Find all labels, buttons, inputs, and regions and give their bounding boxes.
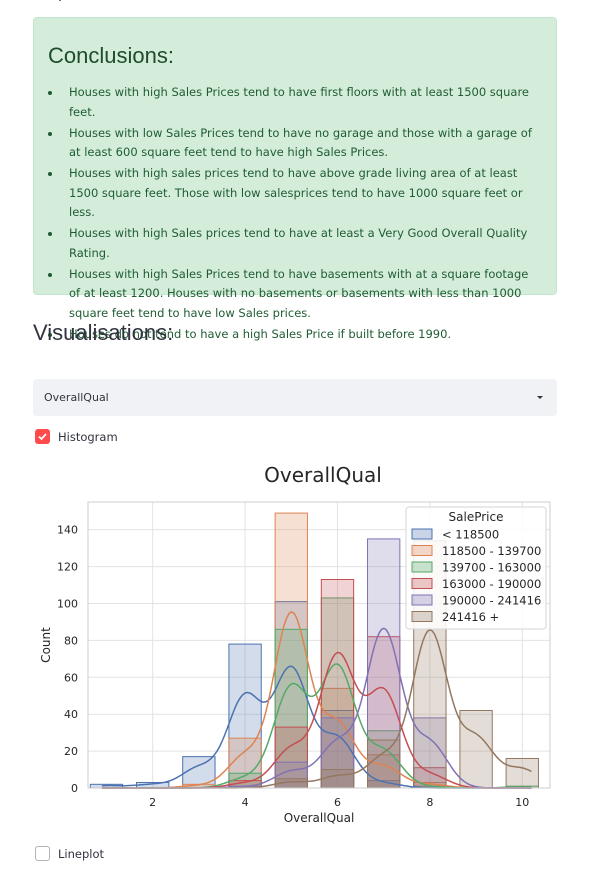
conclusions-alert: Conclusions: Houses with high Sales Pric… <box>33 17 557 341</box>
y-tick-label: 120 <box>57 561 78 574</box>
x-tick-label: 8 <box>426 796 433 809</box>
legend-label: 190000 - 241416 <box>442 594 541 608</box>
histogram-checkbox[interactable]: Histogram <box>35 429 118 444</box>
overallqual-histogram-chart: OverallQual 0 20 40 60 80 100 120 140 2 4 6 8 10 Ove… <box>39 463 551 825</box>
chart-legend: SalePrice < 118500 118500 - 139700 139700 -… <box>405 506 547 630</box>
chart-title: OverallQual <box>264 463 382 487</box>
x-tick-label: 2 <box>149 796 156 809</box>
histogram-bar <box>320 769 355 789</box>
legend-label: 118500 - 139700 <box>442 544 541 558</box>
legend-swatch <box>411 528 433 540</box>
conclusion-item: Houses with high sales prices tend to ha… <box>48 164 542 223</box>
x-tick-label: 10 <box>515 796 529 809</box>
conclusions-title: Conclusions: <box>48 43 174 68</box>
histogram-bar <box>505 757 539 789</box>
legend-swatch <box>411 578 433 589</box>
y-axis-label: Count <box>39 627 53 663</box>
variable-select[interactable]: OverallQual <box>33 379 557 416</box>
y-tick-label: 0 <box>71 782 78 795</box>
legend-swatch <box>411 594 433 606</box>
y-tick-label: 40 <box>64 708 78 721</box>
conclusion-item: Houses with high Sales Prices tend to ha… <box>48 83 542 122</box>
legend-swatch <box>411 561 433 573</box>
legend-label: < 118500 <box>442 528 499 542</box>
legend-label: 163000 - 190000 <box>442 577 541 591</box>
conclusion-item: Houses with high Sales Prices tend to ha… <box>48 265 542 324</box>
legend-swatch <box>411 545 433 556</box>
y-tick-label: 140 <box>57 524 78 537</box>
histogram-bar <box>459 710 493 789</box>
conclusion-item: Houses with high Sales prices tend to ha… <box>48 224 542 263</box>
x-tick-label: 6 <box>334 796 341 809</box>
lineplot-checkbox[interactable]: Lineplot <box>35 846 104 861</box>
y-tick-label: 20 <box>64 745 78 758</box>
checkmark-icon <box>35 429 50 444</box>
y-tick-label: 60 <box>64 671 78 684</box>
x-tick-label: 4 <box>242 796 249 809</box>
legend-label: 241416 + <box>442 610 499 624</box>
checkbox-icon <box>35 846 50 861</box>
histogram-label: Histogram <box>58 429 118 444</box>
histogram-bar <box>182 756 216 789</box>
conclusions-list: Houses with high Sales Prices tend to ha… <box>48 83 542 344</box>
lineplot-label: Lineplot <box>58 846 105 861</box>
chevron-down-icon <box>537 396 543 399</box>
histogram-bar <box>367 739 401 789</box>
legend-swatch <box>411 611 433 622</box>
y-tick-label: 80 <box>64 634 78 647</box>
truncated-text: . <box>58 0 62 5</box>
visualisations-title: Visualisations: <box>33 320 174 345</box>
legend-label: 139700 - 163000 <box>442 561 541 575</box>
x-axis-label: OverallQual <box>284 811 355 825</box>
legend-title: SalePrice <box>449 510 504 524</box>
select-value: OverallQual <box>44 391 109 404</box>
y-tick-label: 100 <box>57 597 78 610</box>
conclusion-item: Houses with low Sales Prices tend to hav… <box>48 124 542 163</box>
